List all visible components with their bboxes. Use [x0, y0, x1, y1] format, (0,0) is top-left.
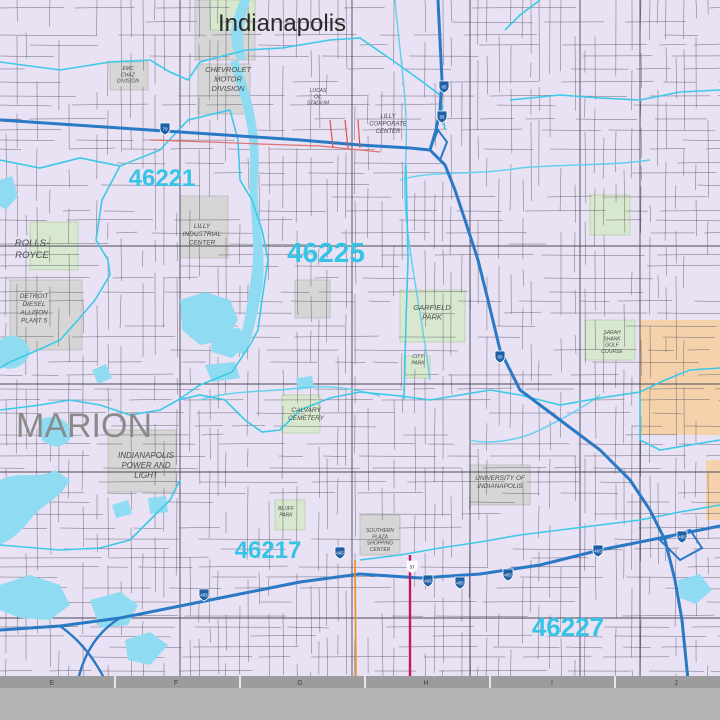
- landmark-city-park-line: CITY: [412, 354, 424, 360]
- landmark-detroit-diesel-line: DIESEL: [22, 301, 46, 308]
- park-east: [589, 194, 631, 236]
- landmark-southern-plaza-line: SHOPPING: [367, 541, 394, 547]
- shield-number: 70: [162, 127, 168, 132]
- landmark-ipl-line: POWER AND: [121, 461, 170, 470]
- landmark-chevrolet-line: MOTOR: [214, 74, 242, 83]
- landmark-chevrolet-line: CHEVROLET: [205, 65, 252, 74]
- landmark-emc-line: EMC: [122, 66, 134, 72]
- landmark-garfield-park-line: GARFIELD: [413, 303, 451, 312]
- landmark-lilly-industrial-line: INDUSTRIAL: [183, 231, 222, 238]
- state-road-135: [354, 559, 357, 681]
- landmark-ipl-line: LIGHT: [134, 471, 159, 480]
- shield-number: 465: [594, 549, 602, 554]
- shield-number: 465: [456, 581, 464, 586]
- landmark-university-of-indianapolis-line: INDIANAPOLIS: [477, 483, 523, 490]
- grid-strip-bottom: [0, 688, 720, 720]
- grid-letter: H: [423, 680, 428, 687]
- landmark-emc-line: CHAZ: [121, 72, 136, 78]
- shield-number: 65: [497, 355, 503, 360]
- city-label: Indianapolis: [218, 10, 346, 37]
- landmark-lilly-corporate-line: CORPORATE: [369, 122, 408, 128]
- shield-number: 65: [441, 85, 447, 90]
- grid-strip-top: [0, 676, 720, 688]
- landmark-city-park-line: PARK: [411, 360, 425, 366]
- landmark-garfield-park-line: PARK: [422, 312, 443, 321]
- landmark-southern-plaza-line: PLAZA: [372, 534, 389, 540]
- shield-number: 465: [336, 551, 344, 556]
- landmark-ipl-line: INDIANAPOLIS: [118, 451, 175, 460]
- zip-label-46225: 46225: [287, 237, 365, 268]
- landmark-lilly-corporate-line: CENTER: [376, 129, 401, 135]
- landmark-calvary-cemetery-line: CALVARY: [291, 407, 321, 414]
- grid-letter: E: [50, 680, 55, 687]
- landmark-lucas-oil-line: OIL: [314, 94, 322, 100]
- shield-number: 465: [424, 579, 432, 584]
- shield-number: 465: [678, 535, 686, 540]
- landmark-southern-plaza-line: CENTER: [370, 547, 391, 553]
- landmark-bluff-park-line: BLUFF: [278, 506, 295, 512]
- landmark-lucas-oil-line: LUCAS: [310, 88, 327, 94]
- landmark-detroit-diesel-line: DETROIT: [20, 293, 50, 300]
- landmark-sarah-shank-line: COURSE: [601, 349, 623, 355]
- map-canvas: 70 65 65 65 465 465 465 465 465 465 37 465 Indianap…: [0, 0, 720, 720]
- landmark-lucas-oil-line: STADIUM: [307, 101, 330, 107]
- landmark-sarah-shank-line: GOLF: [605, 343, 620, 349]
- landmark-lilly-industrial-line: LILLY: [194, 223, 211, 230]
- landmark-bluff-park-line: PARK: [279, 512, 293, 518]
- shield-number: 465: [200, 593, 208, 598]
- landmark-lilly-industrial-line: CENTER: [189, 239, 216, 246]
- grid-letter: I: [551, 680, 553, 687]
- shield-number: 65: [439, 115, 445, 120]
- zip-label-46227: 46227: [532, 612, 604, 642]
- shield-number: 465: [504, 573, 512, 578]
- landmark-sarah-shank-line: SARAH: [603, 330, 621, 336]
- landmark-rolls-royce-line: ROLLS-: [15, 238, 49, 249]
- landmark-southern-plaza-line: SOUTHERN: [366, 528, 394, 534]
- landmark-rolls-royce-line: ROYCE: [15, 250, 49, 261]
- landmark-detroit-diesel-line: ALLISON: [19, 309, 48, 316]
- landmark-lilly-corporate-line: LILLY: [380, 114, 396, 120]
- landmark-calvary-cemetery-line: CEMETERY: [288, 415, 325, 422]
- grid-letter: G: [297, 680, 302, 687]
- map-root: 70 65 65 65 465 465 465 465 465 465 37 465 Indianap…: [0, 0, 720, 720]
- county-label: MARION: [16, 407, 152, 445]
- landmark-emc-line: DIVISION: [117, 79, 139, 85]
- landmark-sarah-shank-line: SHANK: [603, 336, 621, 342]
- landmark-university-of-indianapolis-line: UNIVERSITY OF: [475, 475, 526, 482]
- zip-label-46217: 46217: [235, 537, 302, 564]
- grid-strip: E F G H I J: [0, 676, 720, 720]
- industrial-area-central: [294, 279, 331, 319]
- grid-letter: J: [674, 680, 678, 687]
- grid-letter: F: [174, 680, 178, 687]
- zip-label-46221: 46221: [129, 165, 196, 192]
- landmark-detroit-diesel-line: PLANT 5: [21, 317, 48, 324]
- landmark-chevrolet-line: DIVISION: [212, 84, 246, 93]
- shield-number: 37: [409, 565, 415, 570]
